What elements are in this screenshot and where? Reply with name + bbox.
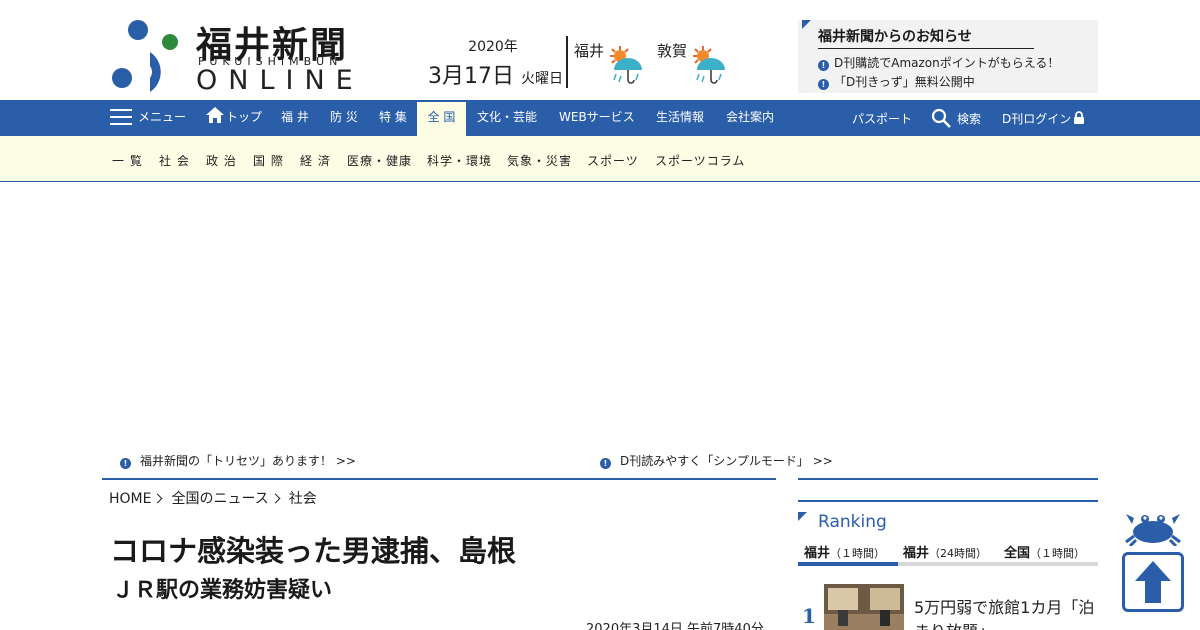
date-weekday: 火曜日 [521, 71, 563, 87]
divider [798, 478, 1098, 480]
torisetsu-link-text: 福井新聞の「トリセツ」あります！ >> [140, 454, 356, 468]
rank-tab-fukui-1h[interactable]: 福井（１時間） [804, 542, 885, 561]
info-dot-icon: ! [818, 60, 829, 71]
info-dot-icon: ! [600, 458, 611, 469]
date-display: 2020年 3月17日 火曜日 [428, 36, 563, 90]
date-day: 3月17日 [428, 64, 514, 89]
login-button[interactable]: D刊ログイン [1002, 102, 1085, 138]
hamburger-icon [110, 109, 132, 125]
nav-tokushu[interactable]: 特 集 [379, 100, 407, 136]
simple-mode-link-text: D刊読みやすく「シンプルモード」 >> [620, 454, 833, 468]
weather-city: 福井 [574, 42, 605, 60]
rank-tab-period: （24時間） [929, 547, 988, 560]
ranking-tabs: 福井（１時間） 福井（24時間） 全国（１時間） [798, 540, 1098, 566]
nav-fukui[interactable]: 福 井 [281, 100, 309, 136]
date-year: 2020年 [468, 39, 518, 55]
subnav-seiji[interactable]: 政 治 [206, 152, 237, 169]
nav-seikatsu[interactable]: 生活情報 [656, 100, 704, 136]
search-icon [931, 108, 951, 128]
corner-mark [798, 512, 807, 521]
active-tab-indicator [798, 562, 898, 566]
article-date: 2020年3月14日 午前7時40分 [586, 622, 764, 630]
weather-city: 敦賀 [657, 42, 688, 60]
sub-nav: 一 覧 社 会 政 治 国 際 経 済 医療・健康 科学・環境 気象・災害 スポ… [0, 136, 1200, 182]
ranking-panel: Ranking 福井（１時間） 福井（24時間） 全国（１時間） 1 5万円弱で… [798, 500, 1098, 630]
menu-button[interactable]: メニュー [110, 100, 186, 136]
subnav-all[interactable]: 一 覧 [112, 152, 143, 169]
subnav-shakai[interactable]: 社 会 [159, 152, 190, 169]
site-logo[interactable]: 福井新聞 FUKUISHIMBUN ONLINE [110, 18, 360, 96]
subnav-kokusai[interactable]: 国 際 [253, 152, 284, 169]
rank-tab-fukui-24h[interactable]: 福井（24時間） [903, 542, 987, 561]
simple-mode-link[interactable]: ! D刊読みやすく「シンプルモード」 >> [600, 452, 833, 469]
rank-tab-label: 福井 [903, 546, 930, 561]
corner-mark [802, 20, 811, 29]
nav-company[interactable]: 会社案内 [726, 100, 774, 136]
nav-web-service[interactable]: WEBサービス [559, 100, 635, 136]
notice-item-text: 「D刊きっず」無料公開中 [834, 75, 975, 89]
torisetsu-link[interactable]: ! 福井新聞の「トリセツ」あります！ >> [120, 452, 356, 469]
chevron-right-icon [270, 493, 281, 504]
rank-tab-label: 全国 [1004, 546, 1031, 561]
rank-tab-period: （１時間） [830, 547, 886, 560]
logo-mark-icon [112, 20, 178, 92]
breadcrumb-home[interactable]: HOME [109, 491, 151, 507]
breadcrumb: HOME 全国のニュース 社会 [109, 488, 317, 508]
nav-top-label: トップ [226, 110, 263, 124]
crab-mascot-icon[interactable] [1124, 506, 1182, 546]
home-icon [206, 107, 224, 123]
date-divider [566, 36, 568, 88]
subnav-keizai[interactable]: 経 済 [300, 152, 331, 169]
site-header: 福井新聞 FUKUISHIMBUN ONLINE 2020年 3月17日 火曜日… [0, 0, 1200, 100]
lock-icon [1074, 111, 1085, 124]
notice-item-text: D刊購読でAmazonポイントがもらえる！ [834, 56, 1060, 70]
sun-rain-icon [610, 46, 642, 84]
nav-top[interactable]: トップ [206, 100, 262, 136]
article-headline: コロナ感染装った男逮捕、島根 [110, 534, 517, 568]
weather-fukui[interactable]: 福井 [574, 40, 654, 90]
info-dot-icon: ! [120, 458, 131, 469]
main-nav: メニュー トップ 福 井 防 災 特 集 全 国 文化・芸能 WEBサービス 生… [0, 100, 1200, 136]
article-subheadline: ＪＲ駅の業務妨害疑い [112, 578, 333, 603]
breadcrumb-national[interactable]: 全国のニュース [171, 491, 268, 507]
subnav-sports[interactable]: スポーツ [587, 152, 639, 169]
weather-tsuruga[interactable]: 敦賀 [657, 40, 737, 90]
sun-rain-icon [693, 46, 725, 84]
info-dot-icon: ! [818, 79, 829, 90]
subnav-kishou[interactable]: 気象・災害 [507, 152, 572, 169]
nav-passport[interactable]: パスポート [852, 102, 912, 138]
breadcrumb-society[interactable]: 社会 [289, 491, 317, 507]
rank-tab-national-1h[interactable]: 全国（１時間） [1004, 542, 1085, 561]
arrow-up-icon [1135, 561, 1171, 603]
rank-tab-period: （１時間） [1030, 547, 1086, 560]
nav-bousai[interactable]: 防 災 [330, 100, 358, 136]
rank-number: 1 [802, 604, 816, 628]
login-label: D刊ログイン [1002, 112, 1072, 126]
rank-thumbnail[interactable] [824, 584, 904, 630]
rank-item-text[interactable]: 5万円弱で旅館1カ月「泊まり放題」 [914, 596, 1098, 630]
divider [102, 478, 776, 480]
menu-label: メニュー [138, 110, 187, 124]
notice-item[interactable]: ! D刊購読でAmazonポイントがもらえる！ [818, 54, 1059, 71]
search-button[interactable]: 検索 [931, 102, 981, 138]
subnav-sports-column[interactable]: スポーツコラム [655, 152, 745, 169]
chevron-right-icon [153, 493, 163, 504]
notice-title: 福井新聞からのお知らせ [818, 26, 1034, 49]
date-main: 3月17日 火曜日 [428, 58, 563, 90]
ranking-title: Ranking [818, 512, 887, 532]
notice-item[interactable]: ! 「D刊きっず」無料公開中 [818, 73, 975, 90]
logo-online: ONLINE [196, 65, 364, 96]
rank-tab-label: 福井 [804, 546, 831, 561]
subnav-iryou[interactable]: 医療・健康 [347, 152, 412, 169]
subnav-kagaku[interactable]: 科学・環境 [427, 152, 492, 169]
ryokan-photo-icon [824, 584, 904, 630]
notice-box: 福井新聞からのお知らせ ! D刊購読でAmazonポイントがもらえる！ ! 「D刊き… [798, 20, 1098, 93]
search-label: 検索 [957, 112, 982, 126]
nav-zenkoku[interactable]: 全 国 [417, 102, 466, 136]
nav-bunka[interactable]: 文化・芸能 [477, 100, 537, 136]
back-to-top-button[interactable] [1122, 552, 1184, 612]
